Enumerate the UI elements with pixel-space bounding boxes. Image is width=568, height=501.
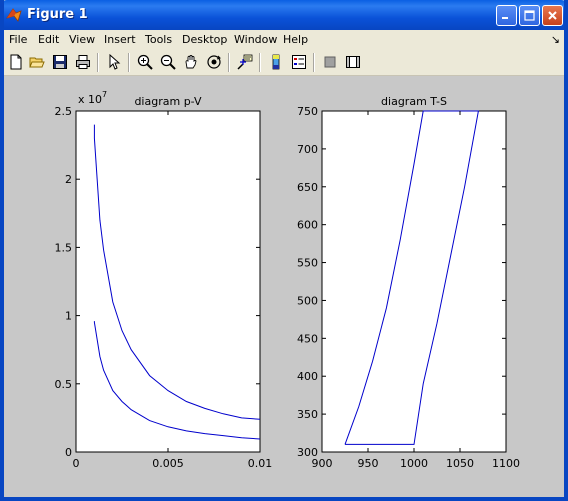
colorbar-button[interactable] xyxy=(267,53,285,71)
toolbar-separator xyxy=(259,53,261,72)
maximize-icon xyxy=(524,10,535,21)
y-tick-label: 600 xyxy=(297,219,318,232)
y-tick-label: 550 xyxy=(297,257,318,270)
menu-edit[interactable]: Edit xyxy=(38,33,59,46)
y-tick-label: 750 xyxy=(297,105,318,118)
pan-hand-icon xyxy=(185,55,197,69)
edit-plot-button[interactable] xyxy=(105,53,123,71)
zoom-in-icon xyxy=(137,54,153,70)
matlab-logo-icon xyxy=(6,7,22,23)
minimize-button[interactable] xyxy=(496,5,517,26)
figure-plots: 0 0.005 0.01 0 0.5 1 1.5 2 2.5 diagram p-V x 107… xyxy=(55,90,521,470)
x-tick-label: 0.01 xyxy=(248,457,273,470)
y-tick-label: 500 xyxy=(297,294,318,307)
x-tick-label: 950 xyxy=(358,457,379,470)
maximize-button[interactable] xyxy=(519,5,540,26)
pan-button[interactable] xyxy=(182,53,200,71)
y-tick-label: 350 xyxy=(297,408,318,421)
colorbar-icon xyxy=(272,54,280,70)
menu-insert[interactable]: Insert xyxy=(104,33,136,46)
show-plot-tools-button[interactable] xyxy=(344,53,362,71)
menu-view[interactable]: View xyxy=(69,33,95,46)
y-tick-label: 650 xyxy=(297,181,318,194)
window-frame-right xyxy=(564,0,568,501)
toolbar-separator xyxy=(128,53,130,72)
pointer-icon xyxy=(109,54,121,70)
show-plot-tools-icon xyxy=(346,56,360,68)
title-bar[interactable]: Figure 1 xyxy=(0,0,568,30)
legend-icon xyxy=(292,55,306,69)
toolbar xyxy=(4,50,564,76)
hide-plot-tools-button[interactable] xyxy=(321,53,339,71)
y-tick-label: 300 xyxy=(297,446,318,459)
menu-help[interactable]: Help xyxy=(283,33,308,46)
toolbar-separator xyxy=(97,53,99,72)
x-tick-label: 1100 xyxy=(492,457,520,470)
window-frame-bottom xyxy=(0,497,568,501)
y-tick-label: 2 xyxy=(65,173,72,186)
save-button[interactable] xyxy=(51,53,69,71)
print-icon xyxy=(76,55,90,69)
x-tick-label: 0.005 xyxy=(152,457,184,470)
y-tick-label: 1.5 xyxy=(55,241,73,254)
menu-desktop[interactable]: Desktop xyxy=(182,33,227,46)
toolbar-separator xyxy=(313,53,315,72)
toolbar-separator xyxy=(228,53,230,72)
x-tick-label: 0 xyxy=(73,457,80,470)
axes-title-t-s: diagram T-S xyxy=(381,95,447,108)
window-title: Figure 1 xyxy=(27,7,88,22)
save-icon xyxy=(53,55,67,69)
y-tick-label: 2.5 xyxy=(55,105,73,118)
menu-bar: File Edit View Insert Tools Desktop Wind… xyxy=(4,30,564,50)
hide-plot-tools-icon xyxy=(324,56,336,68)
menu-overflow-icon[interactable]: ↘ xyxy=(551,33,560,46)
axes-p-v[interactable]: 0 0.005 0.01 0 0.5 1 1.5 2 2.5 diagram p-V x 107 xyxy=(55,90,273,470)
rotate-3d-button[interactable] xyxy=(205,53,223,71)
zoom-out-icon xyxy=(160,54,176,70)
y-tick-label: 1 xyxy=(65,310,72,323)
close-button[interactable] xyxy=(542,5,563,26)
data-cursor-icon xyxy=(237,54,253,70)
legend-button[interactable] xyxy=(290,53,308,71)
axes-t-s[interactable]: 900 950 1000 1050 11003003504004505005506006… xyxy=(297,95,520,470)
zoom-out-button[interactable] xyxy=(159,53,177,71)
data-cursor-button[interactable] xyxy=(236,53,254,71)
minimize-icon xyxy=(502,17,508,19)
x-tick-label: 1050 xyxy=(446,457,474,470)
y-tick-label: 450 xyxy=(297,332,318,345)
menu-tools[interactable]: Tools xyxy=(145,33,172,46)
axes-exponent-label: x 107 xyxy=(78,90,107,106)
y-tick-label: 0 xyxy=(65,446,72,459)
print-button[interactable] xyxy=(74,53,92,71)
close-icon xyxy=(548,11,557,20)
y-tick-label: 700 xyxy=(297,143,318,156)
x-tick-label: 1000 xyxy=(400,457,428,470)
figure-canvas: 0 0.005 0.01 0 0.5 1 1.5 2 2.5 diagram p-V x 107… xyxy=(4,76,564,497)
rotate-3d-icon xyxy=(207,55,221,69)
open-file-button[interactable] xyxy=(28,53,46,71)
y-tick-label: 400 xyxy=(297,370,318,383)
axes-title-p-v: diagram p-V xyxy=(134,95,202,108)
zoom-in-button[interactable] xyxy=(136,53,154,71)
open-folder-icon xyxy=(29,57,45,68)
new-file-button[interactable] xyxy=(7,53,25,71)
new-file-icon xyxy=(10,54,22,70)
y-tick-label: 0.5 xyxy=(55,378,73,391)
menu-file[interactable]: File xyxy=(9,33,27,46)
menu-window[interactable]: Window xyxy=(234,33,277,46)
